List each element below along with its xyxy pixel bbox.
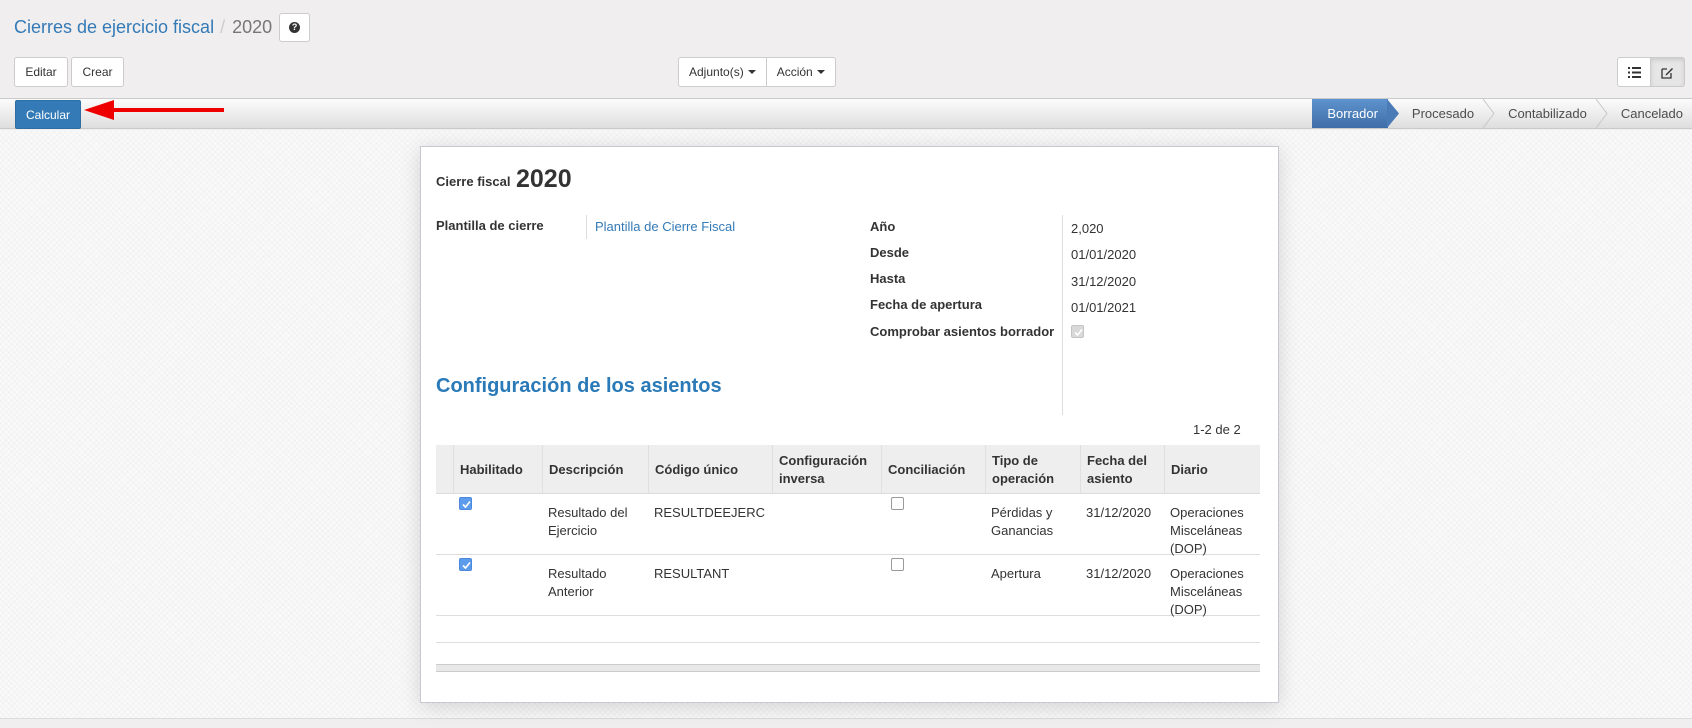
status-step-processed[interactable]: Procesado [1388,99,1495,128]
column-header-enabled[interactable]: Habilitado [453,445,542,494]
column-header-operation-type[interactable]: Tipo de operación [985,445,1080,494]
form-statusbar: Calcular Borrador Procesado Contabilizad… [0,98,1692,129]
check-icon [462,500,471,509]
title-label: Cierre fiscal [436,174,511,189]
attachments-label: Adjunto(s) [689,65,744,79]
list-icon [1627,66,1641,78]
row-journal: Operaciones Misceláneas (DOP) [1170,505,1244,556]
check-icon [462,561,471,570]
row-operation-type: Pérdidas y Ganancias [991,505,1054,538]
status-step-posted[interactable]: Contabilizado [1484,99,1608,128]
status-step-draft[interactable]: Borrador [1312,99,1399,128]
chevron-right-icon [1483,99,1495,128]
column-header-unique-code[interactable]: Código único [648,445,772,494]
row-operation-type: Apertura [991,566,1041,581]
table-header: Habilitado Descripción Código único Conf… [436,445,1260,494]
opening-date-label: Fecha de apertura [870,297,982,312]
status-step-cancelled[interactable]: Cancelado [1597,99,1692,128]
reconcile-checkbox[interactable] [891,497,904,510]
sidebar-button-group: Adjunto(s) Acción [678,57,836,87]
row-unique-code: RESULTANT [654,566,730,581]
calculate-button[interactable]: Calcular [15,100,81,129]
breadcrumb-parent-link[interactable]: Cierres de ejercicio fiscal [14,17,214,38]
status-step-label: Cancelado [1620,106,1683,121]
list-view-button[interactable] [1617,57,1651,87]
status-steps: Borrador Procesado Contabilizado Cancela… [1312,99,1692,128]
caret-down-icon [747,70,756,74]
table-row[interactable]: Resultado Anterior RESULTANT Apertura 31… [436,555,1260,617]
form-sheet: Cierre fiscal 2020 Plantilla de cierre P… [420,146,1279,703]
date-from-value[interactable]: 01/01/2020 [1071,247,1136,262]
create-button[interactable]: Crear [71,57,124,87]
table-header-selector [436,445,453,494]
year-label: Año [870,219,896,234]
bottom-strip [0,719,1692,728]
row-journal: Operaciones Misceláneas (DOP) [1170,566,1244,617]
status-step-label: Contabilizado [1508,106,1587,121]
opening-date-value[interactable]: 01/01/2021 [1071,300,1136,315]
breadcrumb-separator: / [220,16,226,37]
row-description: Resultado del Ejercicio [548,505,628,538]
action-dropdown[interactable]: Acción [766,57,836,87]
enabled-checkbox[interactable] [459,558,472,571]
status-step-label: Borrador [1327,106,1378,121]
date-from-label: Desde [870,245,910,260]
field-divider [586,215,587,239]
section-title: Configuración de los asientos [436,375,722,397]
edit-icon [1661,67,1673,79]
enabled-checkbox[interactable] [459,497,472,510]
status-step-label: Procesado [1411,106,1475,121]
row-unique-code: RESULTDEEJERC [654,505,766,520]
field-divider [1062,215,1063,415]
table-footer [436,664,1260,672]
date-to-value[interactable]: 31/12/2020 [1071,274,1136,289]
chevron-right-icon [1386,99,1399,128]
form-view-button[interactable] [1651,57,1685,87]
row-description: Resultado Anterior [548,566,607,599]
title-value: 2020 [516,165,572,193]
question-circle-icon: ? [289,21,301,33]
view-switcher [1617,57,1685,87]
closing-template-link[interactable]: Plantilla de Cierre Fiscal [595,219,735,234]
check-icon [1074,328,1083,337]
action-label: Acción [776,65,813,79]
caret-down-icon [816,70,825,74]
chevron-right-icon [1595,99,1608,128]
annotation-arrow-icon [84,100,224,120]
row-move-date: 31/12/2020 [1086,505,1152,520]
control-panel: Cierres de ejercicio fiscal / 2020 ? Edi… [0,0,1692,98]
check-draft-moves-label: Comprobar asientos borrador [870,324,1055,339]
column-header-reconcile[interactable]: Conciliación [881,445,985,494]
column-header-description[interactable]: Descripción [542,445,648,494]
column-header-journal[interactable]: Diario [1164,445,1260,494]
date-to-label: Hasta [870,271,906,286]
column-header-inverse-config[interactable]: Configuración inversa [772,445,881,494]
edit-button[interactable]: Editar [14,57,68,87]
attachments-dropdown[interactable]: Adjunto(s) [678,57,767,87]
check-draft-moves-checkbox[interactable] [1071,325,1084,338]
reconcile-checkbox[interactable] [891,558,904,571]
empty-row [436,616,1260,643]
help-button[interactable]: ? [279,12,311,42]
closing-template-label: Plantilla de cierre [436,218,544,233]
pager-value[interactable]: 1-2 de 2 [1193,422,1241,437]
breadcrumb-current: 2020 [232,16,273,37]
breadcrumb: Cierres de ejercicio fiscal / 2020 ? [14,12,311,42]
column-header-move-date[interactable]: Fecha del asiento [1080,445,1164,494]
row-move-date: 31/12/2020 [1086,566,1152,581]
year-value[interactable]: 2,020 [1071,221,1104,236]
table-row[interactable]: Resultado del Ejercicio RESULTDEEJERC Pé… [436,494,1260,556]
